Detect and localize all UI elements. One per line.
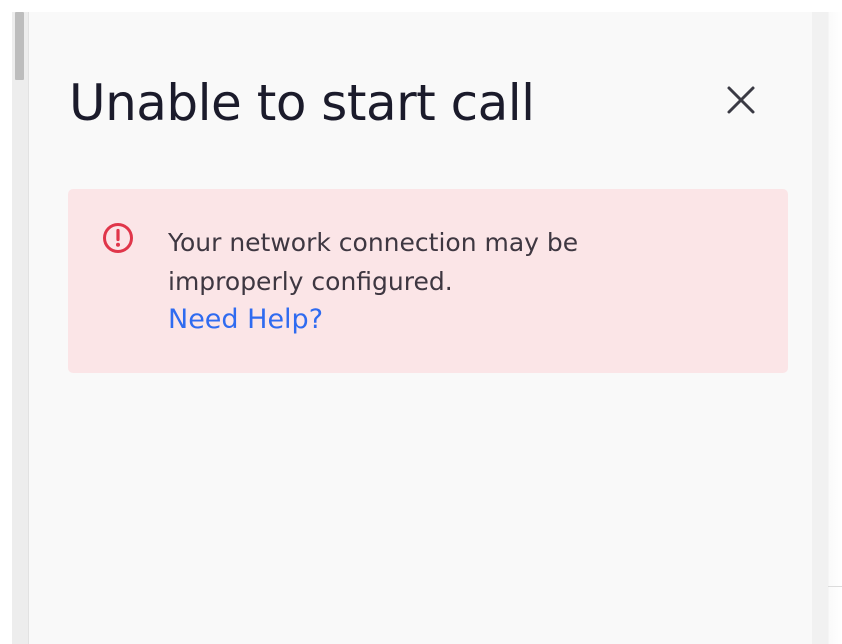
divider [828,586,842,587]
dialog-title: Unable to start call [69,74,535,132]
window-right-edge [812,12,842,644]
need-help-link[interactable]: Need Help? [168,304,323,335]
call-error-dialog: Unable to start call Your network connec… [29,12,812,644]
alert-message: Your network connection may be improperl… [168,223,748,301]
alert-message-line: improperly configured. [168,267,453,296]
scrollbar-track[interactable] [12,12,29,644]
scrollbar-thumb[interactable] [15,12,24,80]
alert-message-line: Your network connection may be [168,228,579,257]
close-button[interactable] [721,80,761,120]
close-icon [727,86,755,114]
screen: Unable to start call Your network connec… [0,0,842,644]
window-top-strip [0,0,842,12]
error-alert: Your network connection may be improperl… [68,189,788,373]
error-circle-icon [103,223,133,253]
